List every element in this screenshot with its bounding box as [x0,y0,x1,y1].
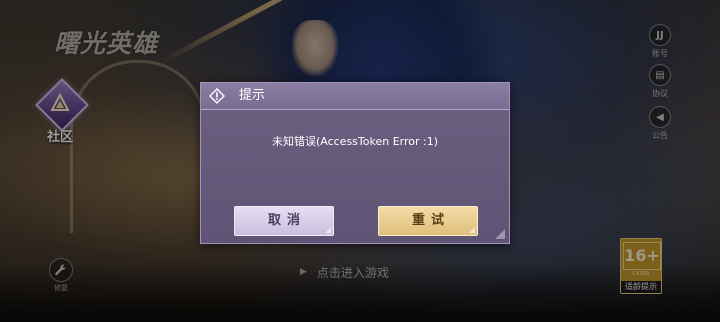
dialog-corner-ornament [495,229,505,239]
dialog-title: 提示 [239,88,266,103]
dialog-message: 未知错误(AccessToken Error :1) [271,135,439,148]
exclamation-diamond-icon [209,88,225,104]
dialog-titlebar: 提示 [201,83,509,110]
cancel-button[interactable]: 取消 [234,206,334,236]
error-dialog: 提示 未知错误(AccessToken Error :1) 取消 重试 [200,82,510,244]
retry-button[interactable]: 重试 [378,206,478,236]
